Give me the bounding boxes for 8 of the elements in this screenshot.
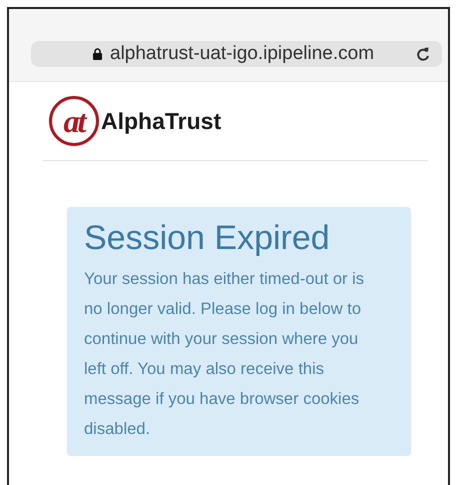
lock-icon bbox=[93, 48, 102, 60]
url-text: alphatrust-uat-igo.ipipeline.com bbox=[110, 43, 376, 65]
logo-text: AlphaTrust bbox=[101, 108, 222, 134]
alert-message: Your session has either timed-out or is no longer valid. Please log in below to continue with your session where you left off. You may also receive this message if you have browser cookies disabled. bbox=[84, 269, 366, 440]
reload-icon[interactable] bbox=[416, 46, 430, 62]
logo-mark: at bbox=[49, 96, 99, 146]
alert-title: Session Expired bbox=[84, 219, 331, 258]
address-bar[interactable]: alphatrust-uat-igo.ipipeline.com bbox=[31, 41, 442, 67]
